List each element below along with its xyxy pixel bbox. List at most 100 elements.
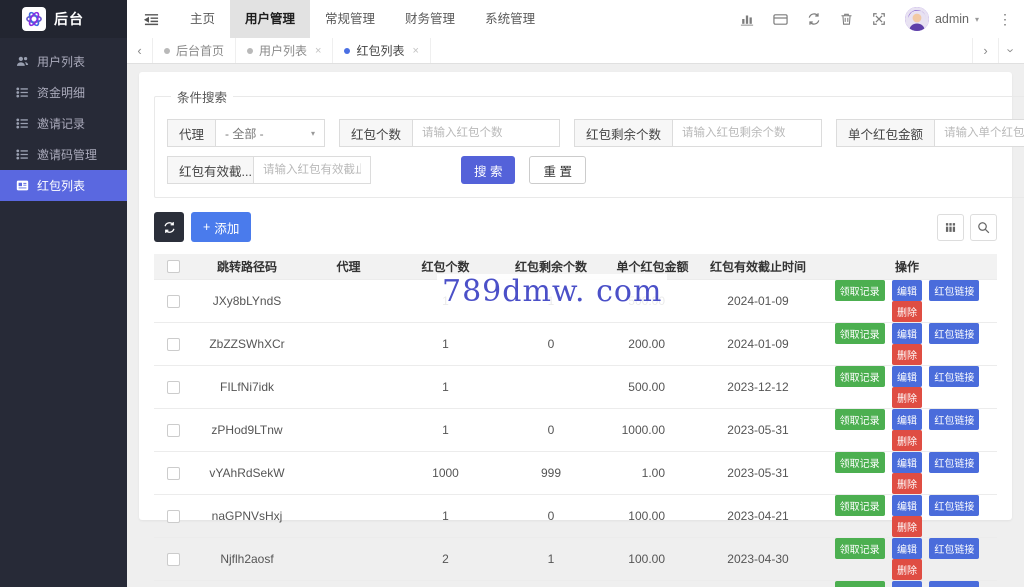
kebab-menu-icon[interactable]: ⋮ — [998, 11, 1012, 28]
edit-button[interactable]: 编辑 — [892, 409, 922, 430]
topnav-item-user-mgmt[interactable]: 用户管理 — [230, 0, 310, 38]
claim-records-button[interactable]: 领取记录 — [835, 538, 885, 559]
logo-icon — [22, 7, 46, 31]
cell-amount: 500.00 — [606, 365, 699, 408]
tabs-menu-icon[interactable]: › — [998, 38, 1024, 63]
row-checkbox[interactable] — [167, 424, 180, 437]
watermark: 789dmw. com — [437, 274, 667, 309]
claim-records-button[interactable]: 领取记录 — [835, 366, 885, 387]
table-row: vYAhRdSekW 1000 999 1.00 2023-05-31 领取记录… — [154, 451, 997, 494]
tabbar: ‹ 后台首页 用户列表 × 红包列表 × › › — [127, 38, 1024, 64]
delete-button[interactable]: 删除 — [892, 344, 922, 365]
cell-count: 2 — [395, 537, 496, 580]
cell-agent — [302, 494, 395, 537]
redpacket-link-button[interactable]: 红包链接 — [929, 452, 979, 473]
redpacket-link-button[interactable]: 红包链接 — [929, 366, 979, 387]
row-checkbox[interactable] — [167, 338, 180, 351]
sidebar-item-fund-details[interactable]: 资金明细 — [0, 77, 127, 108]
topnav-item-system-mgmt[interactable]: 系统管理 — [470, 0, 550, 38]
list-icon — [15, 117, 29, 130]
select-all-checkbox[interactable] — [167, 260, 180, 273]
cell-amount: 100.00 — [606, 494, 699, 537]
red-packet-list-icon — [15, 179, 29, 192]
agent-select[interactable]: - 全部 - ▾ — [215, 119, 325, 147]
reset-button[interactable]: 重 置 — [529, 156, 585, 184]
redpacket-link-button[interactable]: 红包链接 — [929, 280, 979, 301]
delete-button[interactable]: 删除 — [892, 301, 922, 322]
cell-code: JXy8bLYndS — [192, 279, 302, 322]
delete-button[interactable]: 删除 — [892, 559, 922, 580]
refresh-icon[interactable] — [807, 12, 821, 26]
claim-records-button[interactable]: 领取记录 — [835, 323, 885, 344]
delete-button[interactable]: 删除 — [892, 473, 922, 494]
claim-records-button[interactable]: 领取记录 — [835, 409, 885, 430]
edit-button[interactable]: 编辑 — [892, 366, 922, 387]
sidebar-toggle-icon[interactable] — [127, 0, 175, 38]
claim-records-button[interactable]: 领取记录 — [835, 495, 885, 516]
cell-code: zPHod9LTnw — [192, 408, 302, 451]
count-input[interactable] — [412, 119, 560, 147]
tab-user-list[interactable]: 用户列表 × — [236, 38, 333, 63]
sidebar-item-user-list[interactable]: 用户列表 — [0, 46, 127, 77]
topnav-item-home[interactable]: 主页 — [175, 0, 230, 38]
trash-icon[interactable] — [840, 12, 853, 26]
col-header-deadline: 红包有效截止时间 — [699, 254, 817, 279]
sidebar-item-invite-records[interactable]: 邀请记录 — [0, 108, 127, 139]
amount-input[interactable] — [934, 119, 1024, 147]
edit-button[interactable]: 编辑 — [892, 280, 922, 301]
sidebar-item-invite-code-mgmt[interactable]: 邀请码管理 — [0, 139, 127, 170]
chart-icon[interactable] — [740, 12, 754, 26]
tab-close-icon[interactable]: × — [412, 45, 418, 57]
tabs-scroll-left-icon[interactable]: ‹ — [127, 38, 153, 63]
cell-remain: 0 — [496, 408, 606, 451]
fullscreen-icon[interactable] — [872, 12, 886, 26]
app-title: 后台 — [54, 9, 84, 29]
row-checkbox[interactable] — [167, 510, 180, 523]
add-button[interactable]: + 添加 — [191, 212, 251, 242]
delete-button[interactable]: 删除 — [892, 516, 922, 537]
remain-filter-group: 红包剩余个数 — [574, 119, 822, 147]
topnav-item-general-mgmt[interactable]: 常规管理 — [310, 0, 390, 38]
sidebar-item-redpacket-list[interactable]: 红包列表 — [0, 170, 127, 201]
row-checkbox[interactable] — [167, 553, 180, 566]
redpacket-link-button[interactable]: 红包链接 — [929, 538, 979, 559]
redpacket-link-button[interactable]: 红包链接 — [929, 581, 979, 587]
table-search-button[interactable] — [970, 214, 997, 241]
row-checkbox[interactable] — [167, 467, 180, 480]
columns-button[interactable] — [937, 214, 964, 241]
refresh-button[interactable] — [154, 212, 184, 242]
cell-count: 1 — [395, 322, 496, 365]
tab-redpacket-list[interactable]: 红包列表 × — [333, 38, 430, 63]
cell-amount: 1000.00 — [606, 408, 699, 451]
edit-button[interactable]: 编辑 — [892, 495, 922, 516]
edit-button[interactable]: 编辑 — [892, 581, 922, 587]
claim-records-button[interactable]: 领取记录 — [835, 280, 885, 301]
redpacket-link-button[interactable]: 红包链接 — [929, 323, 979, 344]
row-checkbox[interactable] — [167, 381, 180, 394]
topnav-item-finance-mgmt[interactable]: 财务管理 — [390, 0, 470, 38]
card-icon[interactable] — [773, 12, 788, 27]
search-button[interactable]: 搜 索 — [461, 156, 515, 184]
cell-deadline: 2024-01-09 — [699, 279, 817, 322]
remain-input[interactable] — [672, 119, 822, 147]
caret-down-icon: ▾ — [975, 15, 979, 24]
claim-records-button[interactable]: 领取记录 — [835, 452, 885, 473]
edit-button[interactable]: 编辑 — [892, 452, 922, 473]
tab-label: 后台首页 — [176, 42, 224, 59]
edit-button[interactable]: 编辑 — [892, 538, 922, 559]
tab-close-icon[interactable]: × — [315, 45, 321, 57]
edit-button[interactable]: 编辑 — [892, 323, 922, 344]
user-menu[interactable]: admin ▾ — [905, 7, 979, 31]
row-checkbox[interactable] — [167, 295, 180, 308]
cell-code: vYAhRdSekW — [192, 451, 302, 494]
cell-agent — [302, 365, 395, 408]
delete-button[interactable]: 删除 — [892, 430, 922, 451]
users-icon — [15, 55, 29, 68]
redpacket-link-button[interactable]: 红包链接 — [929, 495, 979, 516]
claim-records-button[interactable]: 领取记录 — [835, 581, 885, 587]
tabs-scroll-right-icon[interactable]: › — [972, 38, 998, 63]
tab-dashboard[interactable]: 后台首页 — [153, 38, 236, 63]
delete-button[interactable]: 删除 — [892, 387, 922, 408]
redpacket-link-button[interactable]: 红包链接 — [929, 409, 979, 430]
deadline-input[interactable] — [253, 156, 371, 184]
